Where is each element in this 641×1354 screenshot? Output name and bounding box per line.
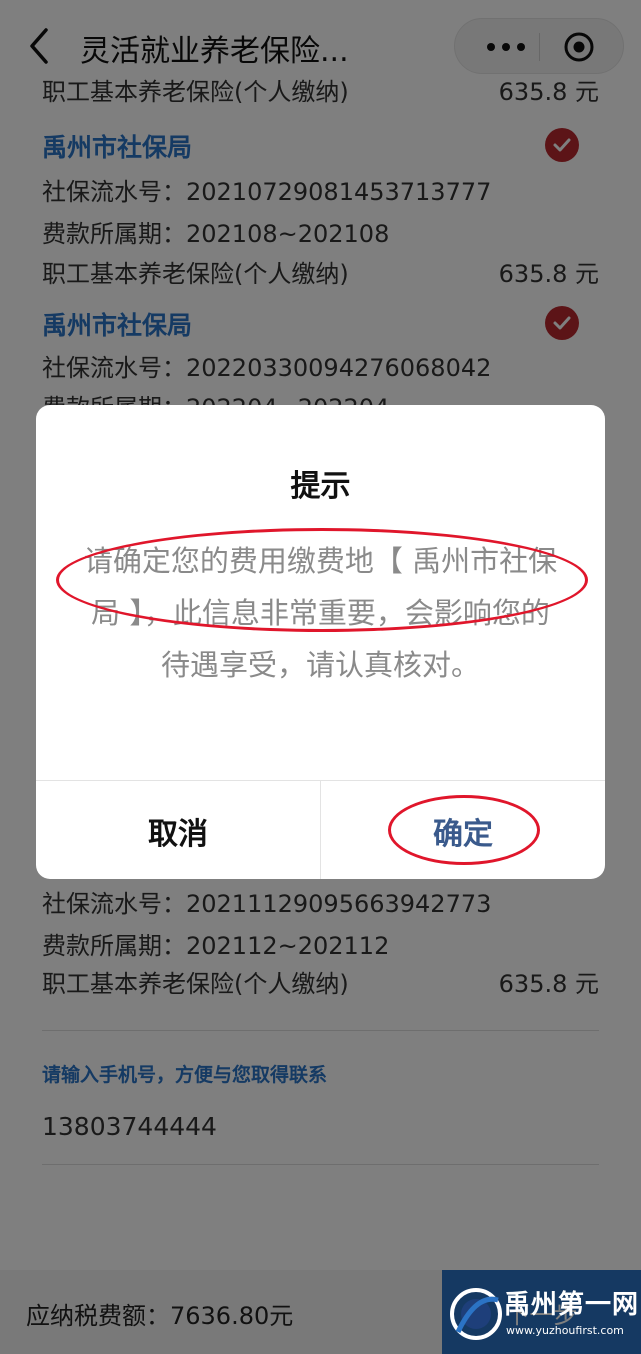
watermark-url: www.yuzhoufirst.com [506, 1324, 624, 1337]
annotation-oval-message [56, 528, 588, 632]
watermark-text: 禹州第一网 [504, 1290, 640, 1320]
cancel-button[interactable]: 取消 [36, 781, 320, 879]
watermark: 禹州第一网 www.yuzhoufirst.com [446, 1274, 641, 1354]
watermark-logo-icon [448, 1286, 504, 1342]
annotation-oval-confirm [388, 795, 540, 865]
dialog-title: 提示 [290, 469, 351, 504]
